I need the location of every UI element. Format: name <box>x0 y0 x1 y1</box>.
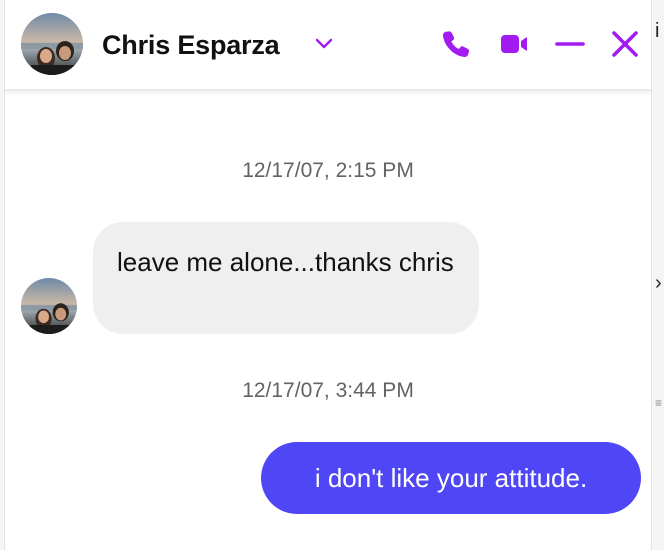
contact-avatar[interactable] <box>21 13 83 75</box>
edge-fragment: ≡ <box>655 396 663 410</box>
edge-fragment: i <box>655 20 660 42</box>
video-call-button[interactable] <box>495 26 531 62</box>
call-button[interactable] <box>437 26 473 62</box>
edge-fragment: › <box>655 272 662 294</box>
minus-icon <box>555 42 585 46</box>
video-camera-icon <box>501 35 527 53</box>
avatar-photo <box>21 278 77 334</box>
incoming-message-bubble[interactable]: leave me alone...thanks chris <box>93 222 479 334</box>
message-timestamp: 12/17/07, 2:15 PM <box>242 159 414 182</box>
avatar-photo <box>21 13 83 75</box>
outgoing-message-bubble[interactable]: i don't like your attitude. <box>261 442 641 514</box>
phone-icon <box>442 31 470 58</box>
background-window-edge: i › ≡ <box>652 0 664 550</box>
message-timestamp: 12/17/07, 3:44 PM <box>242 379 414 402</box>
close-icon <box>612 31 638 57</box>
chat-header: Chris Esparza <box>5 0 651 90</box>
chat-window: Chris Esparza 12/17/07, 2:15 PM leave me… <box>4 0 652 550</box>
contact-name[interactable]: Chris Esparza <box>102 30 280 61</box>
chevron-down-icon[interactable] <box>313 33 335 55</box>
sender-avatar[interactable] <box>21 278 77 334</box>
minimize-button[interactable] <box>552 26 588 62</box>
close-button[interactable] <box>607 26 643 62</box>
